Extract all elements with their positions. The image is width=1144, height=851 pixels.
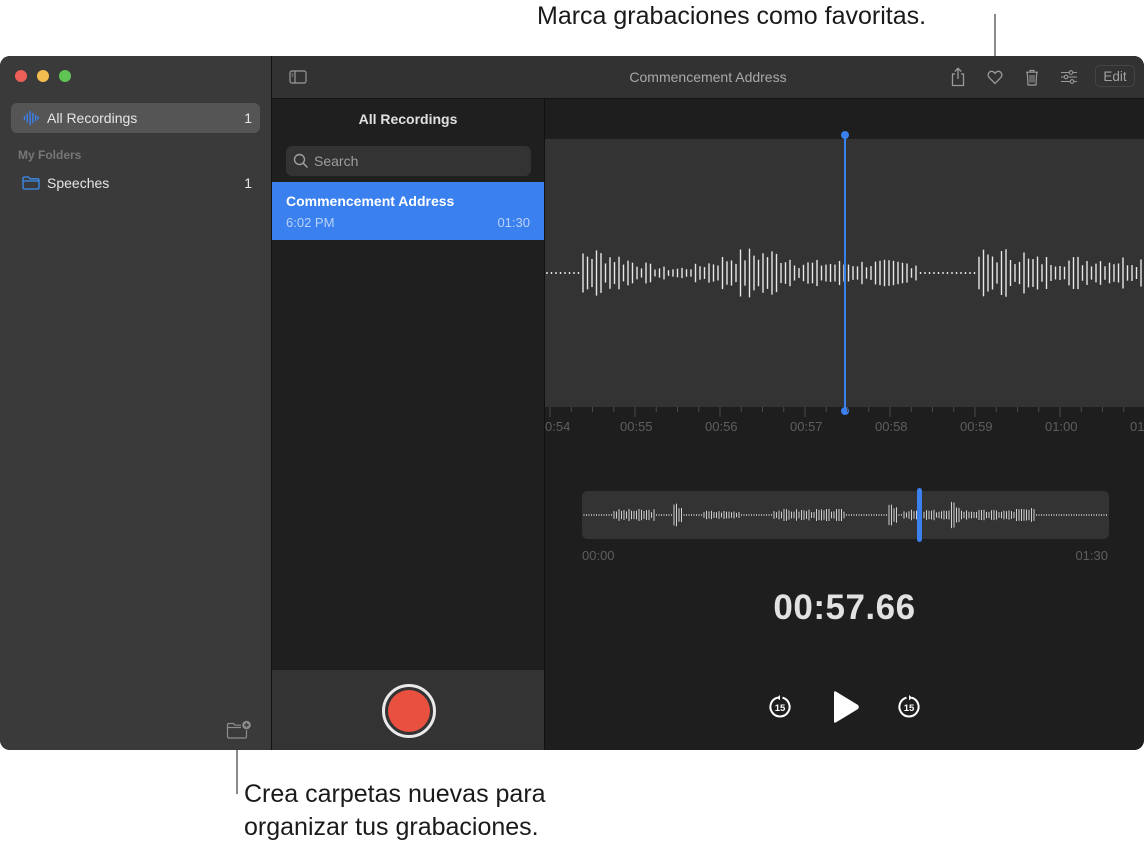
time-ruler: 0:54 00:55 00:56 00:57 00:58 00:59 01:00 01:	[545, 407, 1144, 434]
search-placeholder: Search	[314, 153, 359, 169]
ruler-label: 00:56	[705, 419, 738, 434]
sidebar: All Recordings 1 My Folders Speeches 1	[0, 56, 272, 750]
player-pane: 0:54 00:55 00:56 00:57 00:58 00:59 01:00 01: 00…	[545, 99, 1144, 750]
recordings-list-pane: All Recordings Search Commencement Addre…	[272, 99, 545, 750]
skip-forward-15-button[interactable]: 15	[896, 692, 922, 722]
toolbar: Commencement Address Edit	[272, 56, 1144, 99]
skip-back-15-button[interactable]: 15	[767, 692, 793, 722]
window-title: Commencement Address	[629, 69, 787, 85]
maximize-window-button[interactable]	[59, 70, 71, 82]
recording-list-item[interactable]: Commencement Address 6:02 PM 01:30	[272, 182, 544, 240]
skip-back-icon: 15	[769, 695, 791, 718]
waveform-icon	[21, 110, 41, 126]
skip-forward-icon: 15	[898, 695, 920, 718]
sliders-icon	[1061, 70, 1077, 84]
voice-memos-window: All Recordings 1 My Folders Speeches 1 C…	[0, 56, 1144, 750]
overview-end-time: 01:30	[1075, 548, 1108, 563]
sidebar-item-label: All Recordings	[47, 110, 138, 126]
share-button[interactable]	[946, 65, 970, 89]
callout-favorite: Marca grabaciones como favoritas.	[537, 2, 927, 30]
ruler-label: 00:59	[960, 419, 993, 434]
minimize-window-button[interactable]	[37, 70, 49, 82]
record-icon	[388, 690, 430, 732]
sidebar-item-speeches[interactable]: Speeches 1	[11, 168, 260, 198]
edit-button[interactable]: Edit	[1095, 65, 1135, 87]
search-icon	[293, 153, 309, 169]
trash-icon	[1026, 69, 1038, 86]
ruler-label: 01:00	[1045, 419, 1078, 434]
play-button[interactable]	[830, 689, 862, 725]
callout-new-folder-line1: Crea carpetas nuevas para	[244, 780, 546, 808]
ruler-label: 00:57	[790, 419, 823, 434]
delete-button[interactable]	[1020, 65, 1044, 89]
sidebar-item-all-recordings[interactable]: All Recordings 1	[11, 103, 260, 133]
current-time-display: 00:57.66	[773, 588, 916, 627]
settings-button[interactable]	[1057, 65, 1081, 89]
list-title: All Recordings	[358, 111, 458, 127]
skip-back-label: 15	[775, 703, 786, 714]
overview-start-time: 00:00	[582, 548, 615, 563]
ruler-label: 00:58	[875, 419, 908, 434]
recording-time: 6:02 PM	[286, 215, 335, 230]
skip-forward-label: 15	[904, 703, 915, 714]
new-folder-button[interactable]	[226, 720, 252, 740]
folder-icon	[21, 176, 41, 190]
callout-new-folder-line2: organizar tus grabaciones.	[244, 813, 539, 841]
folder-badge-plus-icon	[226, 720, 251, 739]
sidebar-item-label: Speeches	[47, 175, 110, 191]
overview-playhead[interactable]	[917, 488, 923, 542]
share-icon	[951, 67, 965, 87]
record-button[interactable]	[382, 684, 436, 738]
overview-waveform-graphic	[583, 501, 1107, 529]
search-field[interactable]: Search	[286, 146, 531, 176]
heart-icon	[987, 70, 1003, 84]
recording-name: Commencement Address	[286, 193, 455, 209]
record-bar	[272, 670, 544, 750]
favorite-button[interactable]	[983, 65, 1007, 89]
my-folders-heading: My Folders	[18, 148, 82, 162]
sidebar-item-count: 1	[244, 110, 252, 126]
ruler-label: 0:54	[545, 419, 570, 434]
recording-duration: 01:30	[497, 215, 530, 230]
detail-waveform[interactable]	[545, 139, 1144, 407]
play-icon	[834, 691, 859, 723]
detail-waveform-graphic	[546, 248, 1142, 298]
playhead-top-handle[interactable]	[841, 131, 849, 139]
sidebar-item-count: 1	[244, 175, 252, 191]
ruler-label: 00:55	[620, 419, 653, 434]
close-window-button[interactable]	[15, 70, 27, 82]
ruler-label: 01:	[1130, 419, 1144, 434]
overview-waveform[interactable]	[582, 488, 1109, 542]
